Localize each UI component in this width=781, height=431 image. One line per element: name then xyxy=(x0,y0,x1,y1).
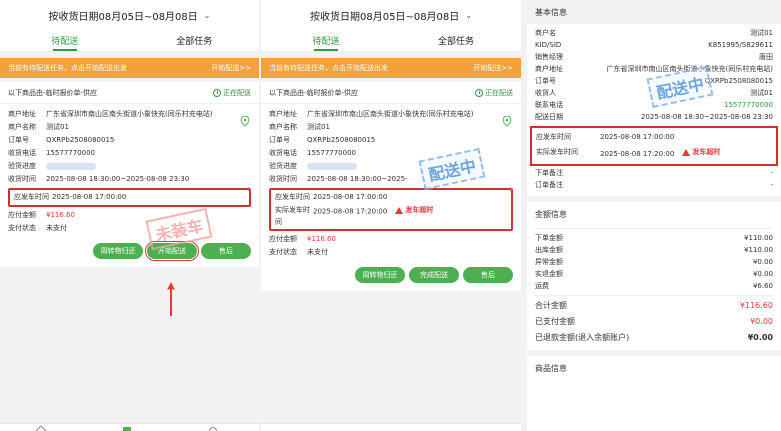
row-address: 商户地址 广东省深圳市南山区南头街道小象快充(同乐村充电站) xyxy=(535,65,773,73)
status-text: 正在配送 xyxy=(223,88,251,97)
chevron-right-icon[interactable]: › xyxy=(247,184,251,195)
pointer-arrow-icon xyxy=(167,282,175,316)
field-address: 商户地址 广东省深圳市南山区南头街道小象快充(同乐村充电站) xyxy=(8,110,213,118)
action-buttons: 周转物归还 开始配送 售后 xyxy=(0,235,259,267)
date-filter[interactable]: 按收货日期08月05日~08月08日 ⌄ xyxy=(261,0,521,30)
row-paid: 已支付金额 ¥0.00 xyxy=(535,317,773,326)
field-merchant: 商户名称 测试01 xyxy=(269,123,330,131)
highlight-depart-time: 应发车时间 2025-08-08 17:00:00 xyxy=(8,188,251,207)
tab-pending[interactable]: 待配送 xyxy=(261,30,391,51)
order-fields: › 商户地址 广东省深圳市南山区南头街道小象快充(同乐村充电站) 商户名称 测试01… xyxy=(261,104,521,259)
row-delivery-date: 配送日期 2025-08-08 18:30~2025-08-08 23:30 xyxy=(535,113,773,121)
row-order-amount: 下单金额 ¥110.00 xyxy=(535,234,773,242)
panel-pending-before: 按收货日期08月05日~08月08日 ⌄ 待配送 全部任务 当前有待配送任务，点… xyxy=(0,0,259,431)
banner-start-link[interactable]: 开始配送>> xyxy=(473,63,513,73)
return-container-button[interactable]: 周转物归还 xyxy=(93,243,143,259)
profile-icon[interactable] xyxy=(208,426,218,431)
inspect-progress-pill xyxy=(307,162,357,170)
highlight-depart-times: 应发车时间 2025-08-08 17:00:00 实际发车时间 2025-08-0… xyxy=(530,126,778,166)
home-icon[interactable] xyxy=(36,426,46,431)
chevron-right-icon[interactable]: › xyxy=(509,184,513,195)
row-total: 合计金额 ¥116.60 xyxy=(535,301,773,310)
after-sale-button[interactable]: 售后 xyxy=(201,243,251,259)
complete-delivery-button[interactable]: 完成配送 xyxy=(409,267,459,283)
field-payable: 应付金额 ¥116.60 xyxy=(269,235,336,243)
field-pay-status: 支付状态 未支付 xyxy=(269,248,328,256)
tasks-icon[interactable] xyxy=(122,426,132,431)
clock-icon xyxy=(213,88,221,97)
bottom-nav xyxy=(0,423,259,431)
field-payable: 应付金额 ¥116.60 xyxy=(8,211,75,219)
highlight-depart-times: 应发车时间 2025-08-08 17:00:00 实际发车时间 2025-08-0… xyxy=(269,188,513,231)
source-text: 以下商品由-临时报价单-供应 xyxy=(8,88,98,97)
clock-icon xyxy=(475,88,483,97)
field-phone: 收货电话 15577770000 xyxy=(8,149,95,157)
row-shipping: 运费 ¥6.60 xyxy=(535,282,773,290)
chevron-down-icon: ⌄ xyxy=(465,10,472,20)
status-badge: 正在配送 xyxy=(475,88,513,98)
tab-all-tasks[interactable]: 全部任务 xyxy=(391,30,521,51)
field-inspect: 验货进度 xyxy=(8,160,251,173)
row-refunded: 已退款金额(退入余额账户) ¥0.00 xyxy=(535,333,773,342)
section-basic-info: 基本信息 xyxy=(527,0,781,24)
row-outbound-amount: 出库金额 ¥110.00 xyxy=(535,246,773,254)
tab-bar: 待配送 全部任务 xyxy=(0,30,259,52)
return-container-button[interactable]: 周转物归还 xyxy=(355,267,405,283)
section-amount-info: 金额信息 xyxy=(527,202,781,226)
row-internal-remark: 订单备注 - xyxy=(535,181,773,189)
banner-message: 当前有待配送任务，点击开始配送出发 xyxy=(8,64,127,72)
inspect-progress-pill xyxy=(46,162,96,170)
field-address: 商户地址 广东省深圳市南山区南头街道小象快充(同乐村充电站) xyxy=(269,110,474,118)
warning-icon xyxy=(395,206,404,214)
field-merchant: 商户名称 测试01 xyxy=(8,123,69,131)
notice-banner: 当前有待配送任务，点击开始配送出发 开始配送>> xyxy=(0,58,259,78)
source-row: 以下商品由-临时报价单-供应 正在配送 xyxy=(261,82,521,104)
status-text: 正在配送 xyxy=(485,88,513,97)
panel-pending-delivering: 按收货日期08月05日~08月08日 ⌄ 待配送 全部任务 当前有待配送任务，点… xyxy=(261,0,521,431)
date-filter[interactable]: 按收货日期08月05日~08月08日 ⌄ xyxy=(0,0,259,30)
order-fields: › 商户地址 广东省深圳市南山区南头街道小象快充(同乐村充电站) 商户名称 测试01… xyxy=(0,104,259,251)
banner-start-link[interactable]: 开始配送>> xyxy=(211,63,251,73)
order-card[interactable]: 以下商品由-临时报价单-供应 正在配送 › 商户地址 广东省深圳市南山区南头街道小… xyxy=(0,82,259,267)
row-exception-amount: 异常金额 ¥0.00 xyxy=(535,258,773,266)
basic-info-list: 商户名 测试01 KID/SID K851995/S829611 销售经理 唐田 商户… xyxy=(527,24,781,196)
after-sale-button[interactable]: 售后 xyxy=(463,267,513,283)
order-card[interactable]: 以下商品由-临时报价单-供应 正在配送 › 商户地址 广东省深圳市南山区南头街道小… xyxy=(261,82,521,291)
field-order-no: 订单号 QXRPb2508080015 xyxy=(269,136,376,144)
source-text: 以下商品由-临时报价单-供应 xyxy=(269,88,359,97)
section-goods-info: 商品信息 xyxy=(527,356,781,380)
warning-icon xyxy=(682,149,691,156)
late-warning: 发车超时 xyxy=(395,204,433,216)
tab-all-tasks[interactable]: 全部任务 xyxy=(130,30,260,51)
bottom-nav xyxy=(261,423,521,431)
row-refund-amount: 实退金额 ¥0.00 xyxy=(535,270,773,278)
row-sales-manager: 销售经理 唐田 xyxy=(535,53,773,61)
amount-list: 下单金额 ¥110.00 出库金额 ¥110.00 异常金额 ¥0.00 实退金额 ¥0… xyxy=(527,231,781,350)
banner-message: 当前有待配送任务，点击开始配送出发 xyxy=(269,64,388,72)
status-badge: 正在配送 xyxy=(213,88,251,98)
chevron-down-icon: ⌄ xyxy=(203,10,211,20)
date-filter-label: 按收货日期08月05日~08月08日 xyxy=(310,11,460,23)
row-kid-sid: KID/SID K851995/S829611 xyxy=(535,41,773,49)
tab-bar: 待配送 全部任务 xyxy=(261,30,521,52)
field-receive-time: 收货时间 2025-08-08 18:30:00~2025-08-08 23:30 xyxy=(8,175,190,183)
location-pin-icon[interactable] xyxy=(503,116,511,126)
location-pin-icon[interactable] xyxy=(241,116,249,126)
late-warning: 发车超时 xyxy=(682,145,720,160)
action-buttons: 周转物归还 完成配送 售后 xyxy=(261,259,521,291)
panel-order-detail: 基本信息 商户名 测试01 KID/SID K851995/S829611 销售经理… xyxy=(527,0,781,431)
date-filter-label: 按收货日期08月05日~08月08日 xyxy=(48,11,198,23)
tab-pending[interactable]: 待配送 xyxy=(0,30,130,51)
notice-banner: 当前有待配送任务，点击开始配送出发 开始配送>> xyxy=(261,58,521,78)
row-merchant: 商户名 测试01 xyxy=(535,29,773,37)
row-order-remark: 下单备注 - xyxy=(535,169,773,177)
field-order-no: 订单号 QXRPb2508080015 xyxy=(8,136,115,144)
field-pay-status: 支付状态 未支付 xyxy=(8,224,67,232)
source-row: 以下商品由-临时报价单-供应 正在配送 xyxy=(0,82,259,104)
